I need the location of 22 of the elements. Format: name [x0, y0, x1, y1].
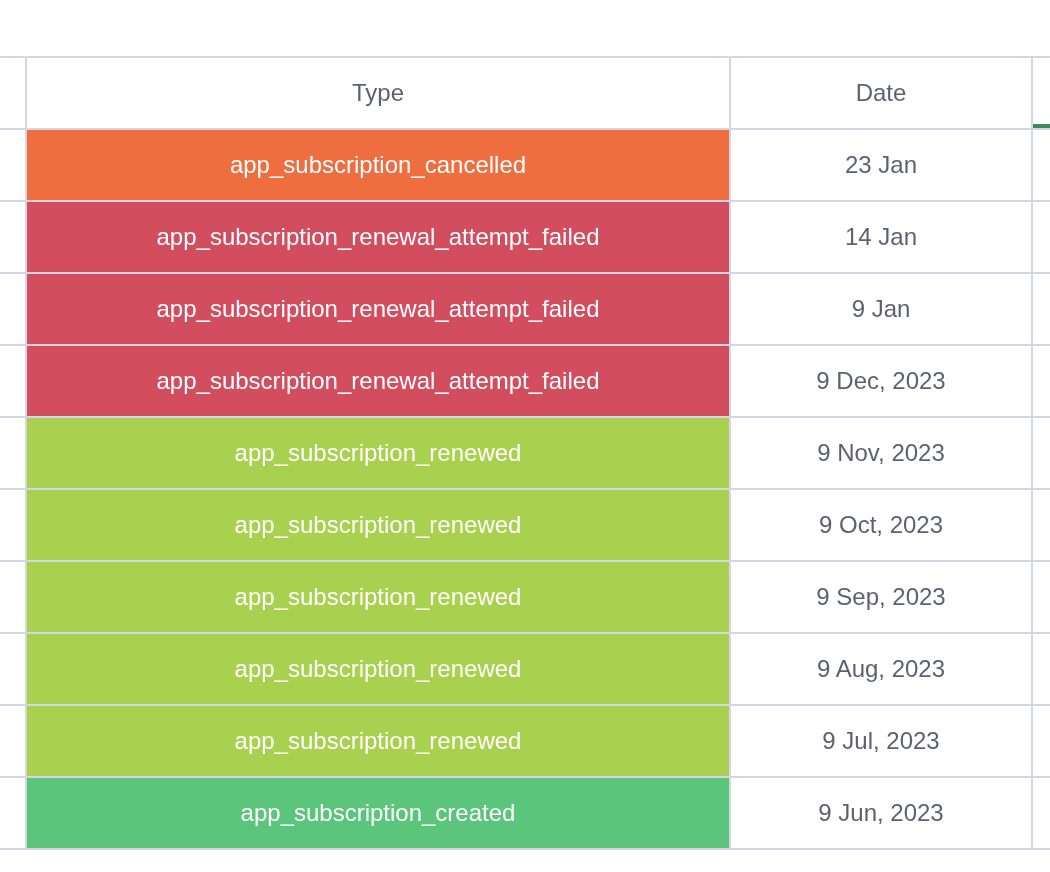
event-type-cell: app_subscription_renewed [27, 418, 731, 490]
event-type-cell: app_subscription_cancelled [27, 130, 731, 202]
date-cell: 9 Nov, 2023 [731, 418, 1033, 490]
event-type-cell: app_subscription_renewal_attempt_failed [27, 346, 731, 418]
event-type-cell: app_subscription_renewed [27, 706, 731, 778]
date-cell: 9 Sep, 2023 [731, 562, 1033, 634]
date-cell: 9 Jul, 2023 [731, 706, 1033, 778]
date-cell: 14 Jan [731, 202, 1033, 274]
date-cell: 9 Aug, 2023 [731, 634, 1033, 706]
event-type-cell: app_subscription_renewed [27, 562, 731, 634]
date-cell: 23 Jan [731, 130, 1033, 202]
event-type-cell: app_subscription_created [27, 778, 731, 850]
date-cell: 9 Jun, 2023 [731, 778, 1033, 850]
column-header: Date [731, 58, 1033, 130]
date-cell: 9 Jan [731, 274, 1033, 346]
event-type-cell: app_subscription_renewed [27, 490, 731, 562]
date-cell: 9 Oct, 2023 [731, 490, 1033, 562]
event-type-cell: app_subscription_renewal_attempt_failed [27, 202, 731, 274]
event-type-cell: app_subscription_renewed [27, 634, 731, 706]
column-indicator [1033, 124, 1050, 128]
event-type-cell: app_subscription_renewal_attempt_failed [27, 274, 731, 346]
date-cell: 9 Dec, 2023 [731, 346, 1033, 418]
